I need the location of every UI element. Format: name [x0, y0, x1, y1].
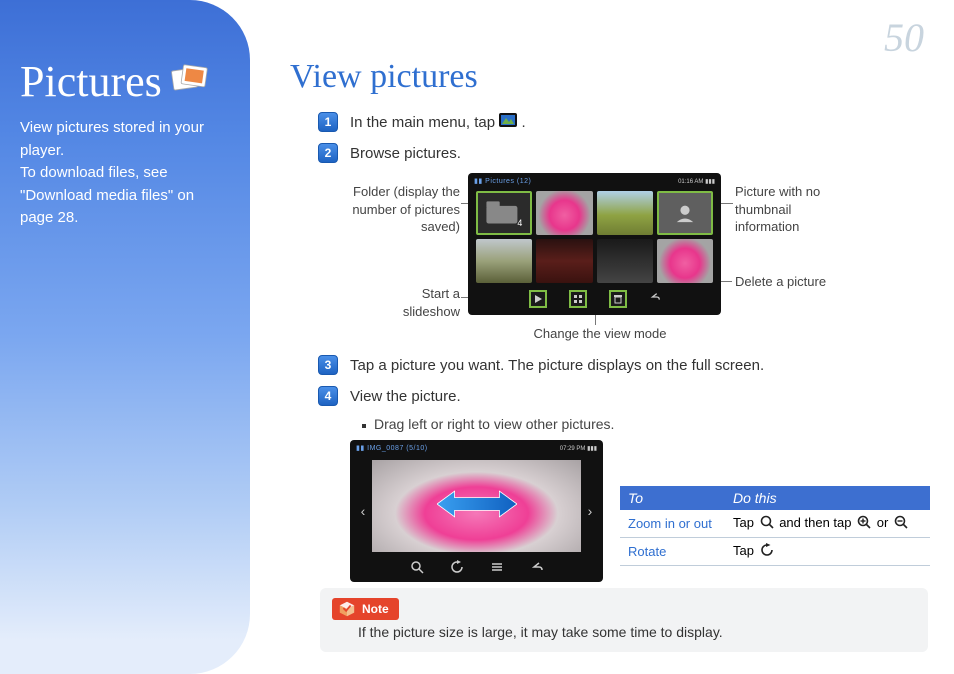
screen2-clock: 07:29 PM ▮▮▮	[560, 445, 597, 452]
step-4-text: View the picture.	[350, 386, 930, 409]
rotate-icon	[760, 543, 774, 560]
page-heading: View pictures	[290, 58, 930, 96]
step-number-3: 3	[318, 355, 338, 375]
drag-arrow-icon	[437, 486, 517, 527]
screen2-title: ▮▮ IMG_0087 (5/10)	[356, 444, 428, 452]
zoom-icon	[760, 515, 774, 532]
t: Tap	[733, 543, 758, 558]
step-3: 3 Tap a picture you want. The picture di…	[318, 355, 930, 378]
note-box: Note If the picture size is large, it ma…	[320, 588, 928, 652]
row-rotate-label: Rotate	[620, 538, 725, 566]
zoom-out-icon	[894, 515, 908, 532]
device-screenshot-2: ▮▮ IMG_0087 (5/10) 07:29 PM ▮▮▮ ‹ ›	[350, 440, 603, 582]
picture-thumbnail[interactable]	[597, 191, 653, 235]
back-button[interactable]	[649, 290, 661, 308]
step-1: 1 In the main menu, tap .	[318, 112, 930, 135]
row-zoom-action: Tap and then tap or	[725, 510, 930, 538]
page-number: 50	[884, 14, 924, 61]
screen1-clock: 01:16 AM ▮▮▮	[678, 178, 715, 185]
callout-view-mode: Change the view mode	[510, 325, 690, 343]
row-zoom-label: Zoom in or out	[620, 510, 725, 538]
back-button[interactable]	[530, 560, 544, 579]
t: Tap	[733, 515, 758, 530]
note-badge: Note	[332, 598, 399, 620]
step-number-4: 4	[318, 386, 338, 406]
menu-button[interactable]	[490, 560, 504, 579]
callout-no-thumbnail: Picture with no thumbnail information	[735, 183, 855, 236]
folder-thumbnail[interactable]: 4	[476, 191, 532, 235]
callout-slideshow: Start a slideshow	[380, 285, 460, 320]
step-number-2: 2	[318, 143, 338, 163]
screen1-title: ▮▮ Pictures (12)	[474, 177, 531, 185]
row-rotate-action: Tap	[725, 538, 930, 566]
callout-delete: Delete a picture	[735, 273, 855, 291]
t: and then tap	[779, 515, 855, 530]
step-1-text-b: .	[521, 114, 525, 131]
note-label: Note	[362, 602, 389, 616]
device-screenshot-1: ▮▮ Pictures (12) 01:16 AM ▮▮▮ 4	[468, 173, 721, 315]
t: or	[877, 515, 892, 530]
picture-thumbnail[interactable]	[536, 239, 592, 283]
table-row: Zoom in or out Tap and then tap or	[620, 510, 930, 538]
pictures-menu-icon	[499, 112, 517, 135]
pictures-icon	[170, 63, 212, 100]
zoom-in-icon	[857, 515, 871, 532]
svg-text:4: 4	[517, 218, 522, 228]
sidebar-description: View pictures stored in your player. To …	[20, 117, 230, 230]
step-number-1: 1	[318, 112, 338, 132]
zoom-button[interactable]	[410, 560, 424, 579]
table-header-do: Do this	[725, 486, 930, 510]
picture-thumbnail[interactable]	[536, 191, 592, 235]
note-cube-icon	[338, 600, 356, 618]
step-4: 4 View the picture.	[318, 386, 930, 409]
callout-folder: Folder (display the number of pictures s…	[340, 183, 460, 236]
note-text: If the picture size is large, it may tak…	[358, 624, 916, 640]
table-row: Rotate Tap	[620, 538, 930, 566]
step-4-sub: Drag left or right to view other picture…	[362, 416, 930, 432]
view-mode-button[interactable]	[569, 290, 587, 308]
sidebar-title: Pictures	[20, 56, 162, 107]
slideshow-button[interactable]	[529, 290, 547, 308]
delete-button[interactable]	[609, 290, 627, 308]
step-1-text-a: In the main menu, tap	[350, 114, 499, 131]
picture-thumbnail[interactable]	[476, 239, 532, 283]
rotate-button[interactable]	[450, 560, 464, 579]
step-3-text: Tap a picture you want. The picture disp…	[350, 355, 930, 378]
table-header-to: To	[620, 486, 725, 510]
no-thumbnail-picture[interactable]	[657, 191, 713, 235]
full-picture[interactable]	[372, 460, 581, 552]
actions-table: To Do this Zoom in or out Tap and then t…	[620, 486, 930, 566]
step-4-sub-text: Drag left or right to view other picture…	[374, 416, 614, 432]
sidebar: Pictures View pictures stored in your pl…	[0, 0, 250, 674]
picture-thumbnail[interactable]	[597, 239, 653, 283]
step-2-text: Browse pictures.	[350, 143, 930, 166]
step-2: 2 Browse pictures.	[318, 143, 930, 166]
prev-picture-button[interactable]: ‹	[354, 496, 372, 526]
step-1-text: In the main menu, tap .	[350, 112, 930, 135]
next-picture-button[interactable]: ›	[581, 496, 599, 526]
picture-thumbnail[interactable]	[657, 239, 713, 283]
device-screenshot-1-area: Folder (display the number of pictures s…	[350, 173, 930, 343]
